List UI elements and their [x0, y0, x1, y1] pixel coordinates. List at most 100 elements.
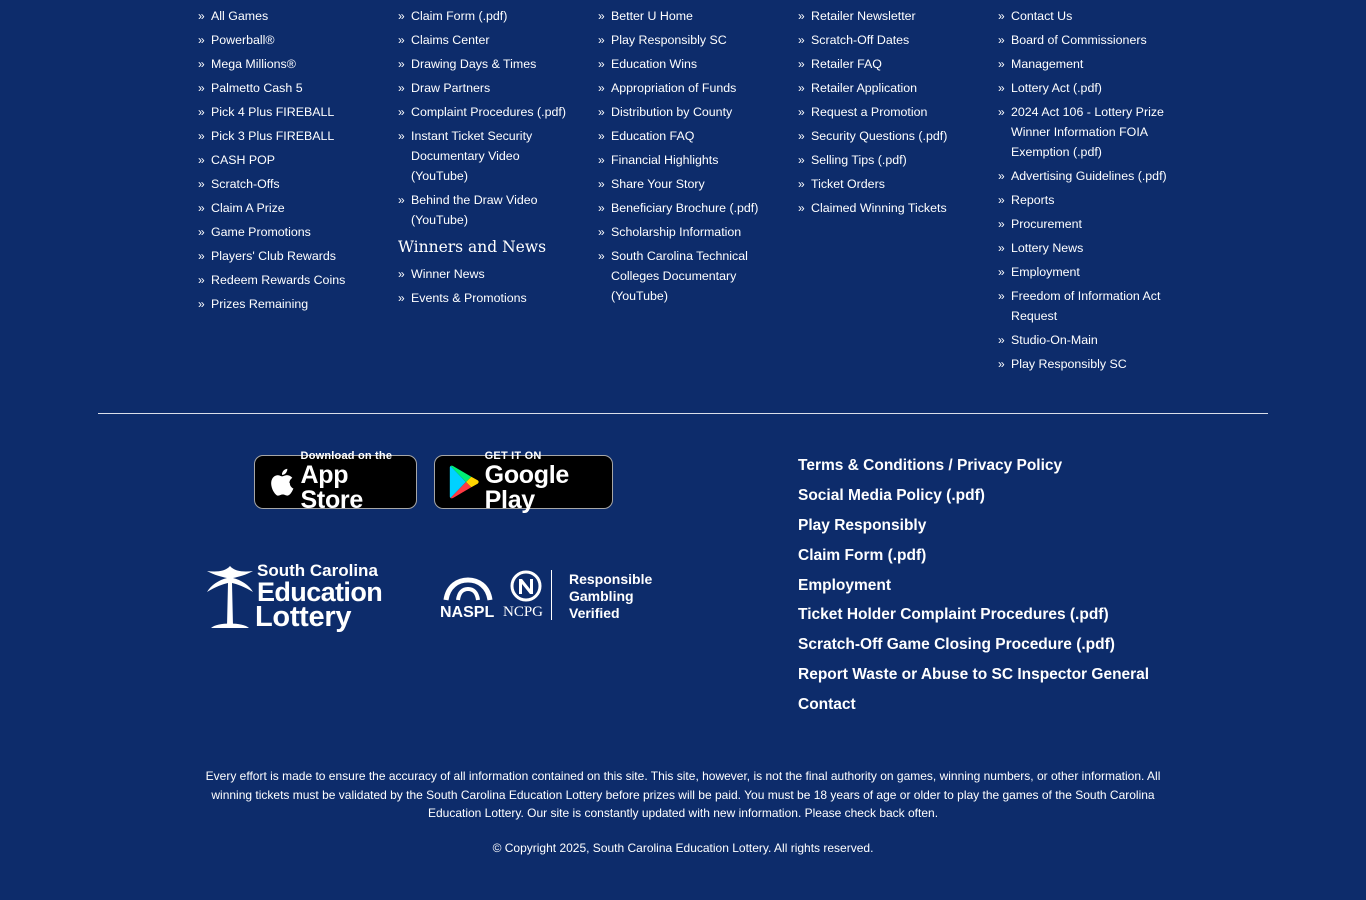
app-store-button[interactable]: Download on the App Store: [254, 451, 417, 513]
footer-link-label[interactable]: Retailer Application: [811, 81, 917, 95]
footer-link-label[interactable]: Board of Commissioners: [1011, 33, 1147, 47]
footer-link-label[interactable]: Selling Tips (.pdf): [811, 153, 907, 167]
footer-link-item[interactable]: Events & Promotions: [398, 288, 573, 308]
footer-link-label[interactable]: CASH POP: [211, 153, 275, 167]
footer-link-label[interactable]: Behind the Draw Video (YouTube): [411, 193, 538, 227]
footer-link-label[interactable]: Pick 3 Plus FIREBALL: [211, 129, 334, 143]
footer-link-label[interactable]: 2024 Act 106 - Lottery Prize Winner Info…: [1011, 105, 1164, 159]
footer-link-label[interactable]: Winner News: [411, 267, 485, 281]
footer-link-label[interactable]: Retailer FAQ: [811, 57, 882, 71]
footer-link-item[interactable]: Scholarship Information: [598, 222, 773, 242]
footer-link-label[interactable]: Procurement: [1011, 217, 1082, 231]
footer-link-label[interactable]: Scratch-Off Dates: [811, 33, 909, 47]
footer-link-item[interactable]: Request a Promotion: [798, 102, 973, 122]
footer-link-label[interactable]: Claims Center: [411, 33, 490, 47]
footer-link-item[interactable]: Board of Commissioners: [998, 30, 1173, 50]
footer-link-label[interactable]: Contact Us: [1011, 9, 1072, 23]
footer-link-label[interactable]: Studio-On-Main: [1011, 333, 1098, 347]
footer-link-item[interactable]: Retailer Application: [798, 78, 973, 98]
contact-link[interactable]: Contact: [798, 695, 1149, 715]
footer-link-item[interactable]: Players' Club Rewards: [198, 246, 373, 266]
footer-link-item[interactable]: Better U Home: [598, 6, 773, 26]
footer-link-item[interactable]: Drawing Days & Times: [398, 54, 573, 74]
footer-link-label[interactable]: Palmetto Cash 5: [211, 81, 303, 95]
footer-link-item[interactable]: South Carolina Technical Colleges Docume…: [598, 246, 773, 306]
footer-link-label[interactable]: Complaint Procedures (.pdf): [411, 105, 566, 119]
footer-link-item[interactable]: Claim A Prize: [198, 198, 373, 218]
footer-link-item[interactable]: Redeem Rewards Coins: [198, 270, 373, 290]
footer-link-item[interactable]: Behind the Draw Video (YouTube): [398, 190, 573, 230]
footer-link-item[interactable]: Financial Highlights: [598, 150, 773, 170]
footer-link-item[interactable]: Lottery Act (.pdf): [998, 78, 1173, 98]
footer-link-item[interactable]: Selling Tips (.pdf): [798, 150, 973, 170]
footer-link-item[interactable]: Play Responsibly SC: [998, 354, 1173, 374]
footer-link-item[interactable]: Pick 3 Plus FIREBALL: [198, 126, 373, 146]
footer-link-item[interactable]: Security Questions (.pdf): [798, 126, 973, 146]
footer-link-item[interactable]: Retailer FAQ: [798, 54, 973, 74]
footer-link-item[interactable]: Mega Millions®: [198, 54, 373, 74]
footer-link-item[interactable]: Claimed Winning Tickets: [798, 198, 973, 218]
sc-education-lottery-logo[interactable]: South Carolina Education Lottery: [205, 560, 405, 633]
footer-link-item[interactable]: Employment: [998, 262, 1173, 282]
footer-link-label[interactable]: Scholarship Information: [611, 225, 741, 239]
footer-link-label[interactable]: Scratch-Offs: [211, 177, 280, 191]
footer-link-label[interactable]: Education Wins: [611, 57, 697, 71]
footer-link-label[interactable]: Ticket Orders: [811, 177, 885, 191]
footer-link-label[interactable]: Events & Promotions: [411, 291, 527, 305]
footer-link-item[interactable]: Pick 4 Plus FIREBALL: [198, 102, 373, 122]
footer-link-item[interactable]: Appropriation of Funds: [598, 78, 773, 98]
footer-link-item[interactable]: Claims Center: [398, 30, 573, 50]
footer-link-label[interactable]: Claim Form (.pdf): [411, 9, 507, 23]
footer-link-label[interactable]: Game Promotions: [211, 225, 311, 239]
footer-link-item[interactable]: Scratch-Offs: [198, 174, 373, 194]
footer-link-label[interactable]: Mega Millions®: [211, 57, 296, 71]
play-responsibly-link[interactable]: Play Responsibly: [798, 516, 1149, 536]
footer-link-label[interactable]: Education FAQ: [611, 129, 694, 143]
footer-link-label[interactable]: Play Responsibly SC: [1011, 357, 1127, 371]
footer-link-item[interactable]: Lottery News: [998, 238, 1173, 258]
footer-link-label[interactable]: Request a Promotion: [811, 105, 927, 119]
footer-link-label[interactable]: South Carolina Technical Colleges Docume…: [611, 249, 748, 303]
complaint-procedures-link[interactable]: Ticket Holder Complaint Procedures (.pdf…: [798, 605, 1149, 625]
footer-link-item[interactable]: Education FAQ: [598, 126, 773, 146]
footer-link-item[interactable]: Advertising Guidelines (.pdf): [998, 166, 1173, 186]
social-media-policy-link[interactable]: Social Media Policy (.pdf): [798, 486, 1149, 506]
footer-link-item[interactable]: Palmetto Cash 5: [198, 78, 373, 98]
footer-link-label[interactable]: Share Your Story: [611, 177, 705, 191]
footer-link-label[interactable]: Drawing Days & Times: [411, 57, 536, 71]
footer-link-item[interactable]: Reports: [998, 190, 1173, 210]
footer-link-label[interactable]: Redeem Rewards Coins: [211, 273, 345, 287]
footer-link-item[interactable]: CASH POP: [198, 150, 373, 170]
footer-link-label[interactable]: Beneficiary Brochure (.pdf): [611, 201, 758, 215]
footer-link-item[interactable]: Draw Partners: [398, 78, 573, 98]
footer-link-item[interactable]: Complaint Procedures (.pdf): [398, 102, 573, 122]
footer-link-label[interactable]: Powerball®: [211, 33, 275, 47]
footer-link-item[interactable]: 2024 Act 106 - Lottery Prize Winner Info…: [998, 102, 1173, 162]
footer-link-label[interactable]: Security Questions (.pdf): [811, 129, 947, 143]
footer-link-item[interactable]: Powerball®: [198, 30, 373, 50]
footer-link-item[interactable]: Beneficiary Brochure (.pdf): [598, 198, 773, 218]
claim-form-link[interactable]: Claim Form (.pdf): [798, 546, 1149, 566]
footer-link-item[interactable]: Procurement: [998, 214, 1173, 234]
scratch-off-closing-link[interactable]: Scratch-Off Game Closing Procedure (.pdf…: [798, 635, 1149, 655]
footer-link-label[interactable]: Play Responsibly SC: [611, 33, 727, 47]
footer-link-label[interactable]: Reports: [1011, 193, 1054, 207]
footer-link-item[interactable]: Share Your Story: [598, 174, 773, 194]
footer-link-item[interactable]: Education Wins: [598, 54, 773, 74]
footer-link-item[interactable]: Play Responsibly SC: [598, 30, 773, 50]
footer-link-item[interactable]: Winner News: [398, 264, 573, 284]
footer-link-item[interactable]: Ticket Orders: [798, 174, 973, 194]
footer-link-label[interactable]: Financial Highlights: [611, 153, 718, 167]
footer-link-label[interactable]: Freedom of Information Act Request: [1011, 289, 1160, 323]
footer-link-item[interactable]: Scratch-Off Dates: [798, 30, 973, 50]
footer-link-item[interactable]: Retailer Newsletter: [798, 6, 973, 26]
footer-link-label[interactable]: Players' Club Rewards: [211, 249, 336, 263]
google-play-button[interactable]: GET IT ON Google Play: [434, 451, 613, 513]
footer-link-label[interactable]: Appropriation of Funds: [611, 81, 736, 95]
footer-link-item[interactable]: Prizes Remaining: [198, 294, 373, 314]
report-waste-link[interactable]: Report Waste or Abuse to SC Inspector Ge…: [798, 665, 1149, 685]
footer-link-label[interactable]: Draw Partners: [411, 81, 490, 95]
naspl-ncpg-responsible-gambling-logo[interactable]: NASPL NCPG Responsible Gambling Verified: [440, 570, 665, 630]
footer-link-item[interactable]: Freedom of Information Act Request: [998, 286, 1173, 326]
footer-link-label[interactable]: Pick 4 Plus FIREBALL: [211, 105, 334, 119]
